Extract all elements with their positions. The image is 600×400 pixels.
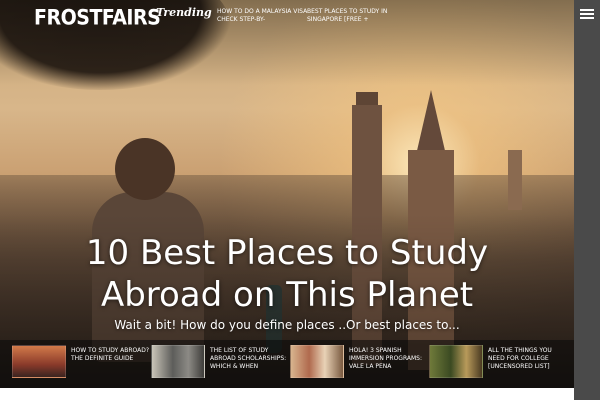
side-menu-bar — [574, 0, 600, 400]
article-title: HOW TO STUDY ABROAD? THE DEFINITE GUIDE — [71, 347, 150, 362]
article-title: HOLA! 3 SPANISH IMMERSION PROGRAMS: VALE… — [349, 347, 422, 370]
featured-article-spanish-immersion[interactable]: HOLA! 3 SPANISH IMMERSION PROGRAMS: VALE… — [290, 344, 425, 378]
hero-headline[interactable]: 10 Best Places to Study Abroad on This P… — [0, 232, 574, 316]
trending-label: Trending — [156, 6, 212, 19]
article-thumbnail — [290, 345, 344, 378]
hero-headline-line1: 10 Best Places to Study — [85, 233, 489, 273]
hamburger-icon[interactable] — [580, 9, 594, 19]
featured-article-college-list[interactable]: ALL THE THINGS YOU NEED FOR COLLEGE [UNC… — [429, 344, 569, 378]
hero-subtitle: Wait a bit! How do you define places ..O… — [114, 318, 460, 332]
featured-article-scholarships[interactable]: THE LIST OF STUDY ABROAD SCHOLARSHIPS: W… — [151, 344, 286, 378]
trending-item-malaysia-visa[interactable]: HOW TO DO A MALAYSIA VISA CHECK STEP-BY- — [217, 8, 312, 24]
article-title: THE LIST OF STUDY ABROAD SCHOLARSHIPS: W… — [210, 347, 287, 370]
article-thumbnail — [12, 345, 66, 378]
site-logo[interactable]: FROSTFAIRS — [34, 6, 161, 30]
content-area-top — [0, 388, 574, 400]
article-title: ALL THE THINGS YOU NEED FOR COLLEGE [UNC… — [488, 347, 552, 370]
trending-item-singapore[interactable]: BEST PLACES TO STUDY IN SINGAPORE [FREE … — [307, 8, 402, 24]
hero-headline-line2: Abroad on This Planet — [100, 275, 474, 315]
article-thumbnail — [429, 345, 483, 378]
featured-article-study-abroad-guide[interactable]: HOW TO STUDY ABROAD? THE DEFINITE GUIDE — [12, 344, 149, 378]
article-thumbnail — [151, 345, 205, 378]
